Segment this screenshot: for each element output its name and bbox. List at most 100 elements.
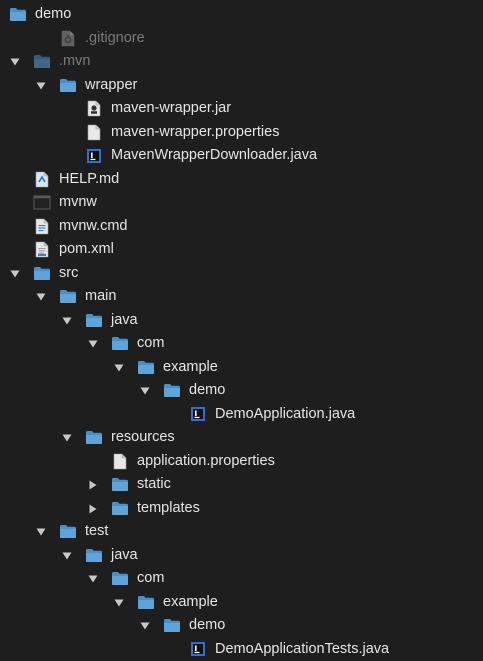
- folder-icon: [137, 594, 155, 611]
- tree-item-label: application.properties: [137, 453, 275, 470]
- tree-folder-row[interactable]: java: [0, 309, 483, 333]
- tree-item-label: maven-wrapper.properties: [111, 124, 279, 141]
- tree-file-row[interactable]: HELP.md: [0, 168, 483, 192]
- java-file-icon: [189, 641, 207, 658]
- expand-arrow-down-icon[interactable]: [36, 527, 46, 537]
- tree-item-label: com: [137, 335, 164, 352]
- jar-file-icon: [85, 100, 103, 117]
- expand-arrow-down-icon[interactable]: [10, 57, 20, 67]
- tree-file-row[interactable]: MavenWrapperDownloader.java: [0, 144, 483, 168]
- tree-file-row[interactable]: maven-wrapper.properties: [0, 121, 483, 145]
- tree-file-row[interactable]: mvnw: [0, 191, 483, 215]
- expand-arrow-down-icon[interactable]: [114, 598, 124, 608]
- expand-arrow-down-icon[interactable]: [10, 269, 20, 279]
- tree-item-label: maven-wrapper.jar: [111, 100, 231, 117]
- folder-icon: [111, 570, 129, 587]
- tree-item-label: mvnw: [59, 194, 97, 211]
- tree-file-row[interactable]: maven-wrapper.jar: [0, 97, 483, 121]
- expand-arrow-down-icon[interactable]: [62, 316, 72, 326]
- tree-folder-row[interactable]: com: [0, 332, 483, 356]
- tree-item-label: pom.xml: [59, 241, 114, 258]
- java-file-icon: [85, 147, 103, 164]
- tree-item-label: test: [85, 523, 108, 540]
- folder-icon: [85, 312, 103, 329]
- tree-item-label: src: [59, 265, 78, 282]
- folder-icon: [137, 359, 155, 376]
- tree-item-label: demo: [35, 6, 71, 23]
- project-tree: demo .gitignore .mvn wrapper maven-wrapper.j…: [0, 3, 483, 661]
- tree-folder-row[interactable]: test: [0, 520, 483, 544]
- folder-icon: [111, 500, 129, 517]
- tree-item-label: resources: [111, 429, 175, 446]
- tree-item-label: .mvn: [59, 53, 90, 70]
- tree-file-row[interactable]: mvnw.cmd: [0, 215, 483, 239]
- expand-arrow-down-icon[interactable]: [36, 81, 46, 91]
- folder-icon: [111, 476, 129, 493]
- tree-file-row[interactable]: .gitignore: [0, 27, 483, 51]
- folder-icon: [85, 547, 103, 564]
- tree-folder-row[interactable]: static: [0, 473, 483, 497]
- folder-icon: [33, 265, 51, 282]
- tree-folder-row[interactable]: java: [0, 544, 483, 568]
- tree-folder-row[interactable]: example: [0, 591, 483, 615]
- tree-item-label: example: [163, 359, 218, 376]
- expand-arrow-down-icon[interactable]: [36, 292, 46, 302]
- tree-item-label: templates: [137, 500, 200, 517]
- tree-folder-row[interactable]: resources: [0, 426, 483, 450]
- java-file-icon: [189, 406, 207, 423]
- expand-arrow-down-icon[interactable]: [114, 363, 124, 373]
- tree-item-label: static: [137, 476, 171, 493]
- tree-item-label: main: [85, 288, 116, 305]
- tree-item-label: com: [137, 570, 164, 587]
- tree-item-label: wrapper: [85, 77, 137, 94]
- tree-folder-row[interactable]: example: [0, 356, 483, 380]
- tree-item-label: mvnw.cmd: [59, 218, 128, 235]
- expand-arrow-down-icon[interactable]: [62, 551, 72, 561]
- tree-folder-row[interactable]: .mvn: [0, 50, 483, 74]
- expand-arrow-down-icon[interactable]: [62, 433, 72, 443]
- tree-file-row[interactable]: DemoApplicationTests.java: [0, 638, 483, 661]
- folder-icon: [33, 53, 51, 70]
- folder-icon: [59, 77, 77, 94]
- gitignore-file-icon: [59, 30, 77, 47]
- text-file-icon: [111, 453, 129, 470]
- tree-item-label: java: [111, 312, 138, 329]
- folder-icon: [59, 288, 77, 305]
- xml-file-icon: [33, 241, 51, 258]
- tree-item-label: java: [111, 547, 138, 564]
- tree-folder-row[interactable]: wrapper: [0, 74, 483, 98]
- tree-item-label: DemoApplication.java: [215, 406, 355, 423]
- tree-file-row[interactable]: DemoApplication.java: [0, 403, 483, 427]
- cmd-file-icon: [33, 218, 51, 235]
- expand-arrow-down-icon[interactable]: [140, 621, 150, 631]
- text-file-icon: [85, 124, 103, 141]
- folder-icon: [111, 335, 129, 352]
- tree-item-label: HELP.md: [59, 171, 119, 188]
- tree-file-row[interactable]: pom.xml: [0, 238, 483, 262]
- tree-item-label: demo: [189, 617, 225, 634]
- tree-folder-row[interactable]: src: [0, 262, 483, 286]
- tree-item-label: demo: [189, 382, 225, 399]
- tree-folder-row[interactable]: main: [0, 285, 483, 309]
- expand-arrow-down-icon[interactable]: [140, 386, 150, 396]
- tree-item-label: .gitignore: [85, 30, 145, 47]
- tree-item-label: MavenWrapperDownloader.java: [111, 147, 317, 164]
- tree-folder-row[interactable]: templates: [0, 497, 483, 521]
- folder-icon: [85, 429, 103, 446]
- expand-arrow-down-icon[interactable]: [88, 339, 98, 349]
- tree-item-label: example: [163, 594, 218, 611]
- markdown-file-icon: [33, 171, 51, 188]
- collapse-arrow-right-icon[interactable]: [88, 480, 98, 490]
- expand-arrow-down-icon[interactable]: [88, 574, 98, 584]
- tree-file-row[interactable]: application.properties: [0, 450, 483, 474]
- folder-icon: [9, 6, 27, 23]
- executable-file-icon: [33, 194, 51, 211]
- folder-icon: [163, 382, 181, 399]
- folder-icon: [59, 523, 77, 540]
- tree-folder-row[interactable]: demo: [0, 379, 483, 403]
- tree-folder-row[interactable]: com: [0, 567, 483, 591]
- tree-folder-row[interactable]: demo: [0, 614, 483, 638]
- tree-folder-row[interactable]: demo: [0, 3, 483, 27]
- tree-item-label: DemoApplicationTests.java: [215, 641, 389, 658]
- collapse-arrow-right-icon[interactable]: [88, 504, 98, 514]
